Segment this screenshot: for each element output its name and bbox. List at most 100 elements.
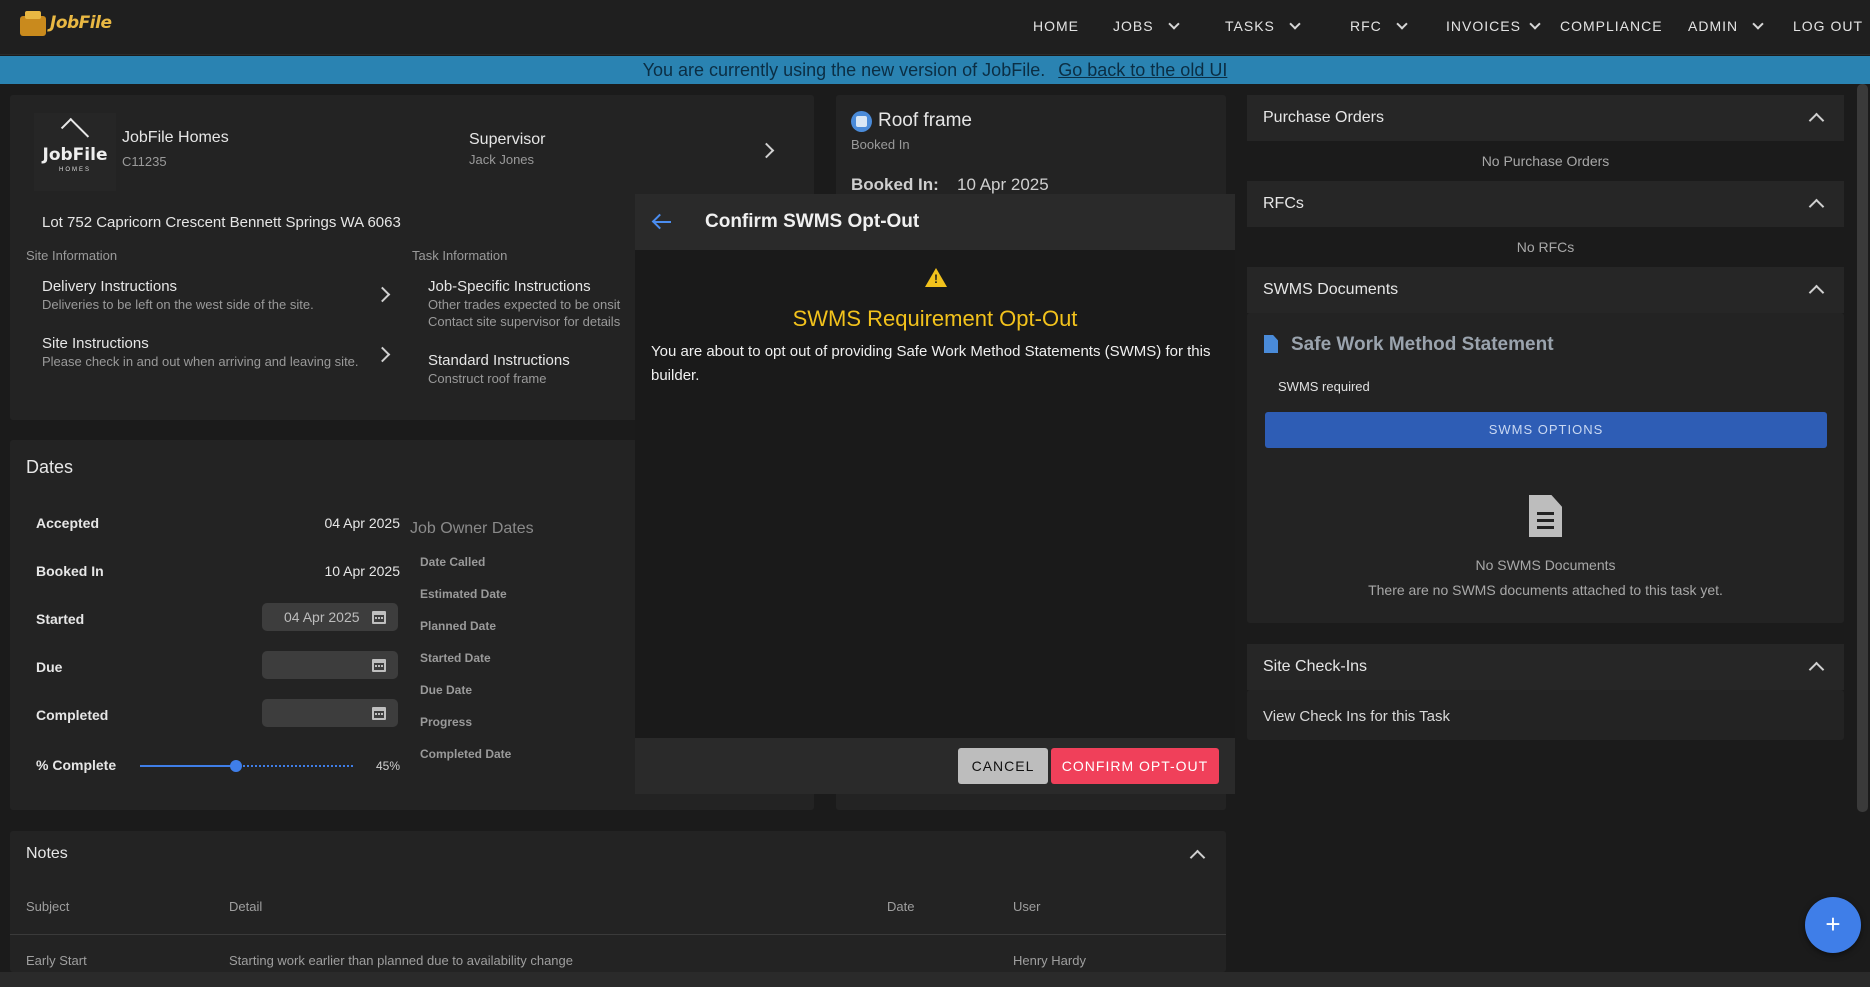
supervisor-name: Jack Jones [469,152,535,167]
top-nav: JobFile HOME JOBS TASKS RFC INVOICES COM… [0,0,1870,55]
notes-col-user: User [1013,899,1041,914]
percent-complete-label: % Complete [36,757,117,773]
task-info-label: Task Information [412,248,508,263]
confirm-optout-button[interactable]: CONFIRM OPT-OUT [1051,748,1219,784]
swms-required: SWMS required [1278,379,1370,394]
add-button[interactable]: + [1805,897,1861,953]
purchase-orders-header[interactable]: Purchase Orders [1247,95,1844,141]
calendar-icon[interactable] [372,611,386,624]
plus-icon: + [1825,909,1841,939]
nav-invoices[interactable]: INVOICES [1446,18,1541,34]
calendar-icon[interactable] [372,659,386,672]
started-label: Started [36,611,85,627]
date-called-label: Date Called [420,555,486,569]
nav-logout-label: LOG OUT [1793,18,1864,34]
swms-options-button[interactable]: SWMS OPTIONS [1265,412,1827,448]
slider-thumb[interactable] [230,760,242,772]
dialog-header: Confirm SWMS Opt-Out [635,194,1235,250]
task-status-icon [851,111,872,132]
swms-title: SWMS Documents [1263,281,1399,298]
nav-home[interactable]: HOME [1033,18,1079,34]
purchase-orders-title: Purchase Orders [1263,109,1384,126]
delivery-instructions-title: Delivery Instructions [42,278,178,295]
notes-title: Notes [26,845,68,862]
dialog-body: You are about to opt out of providing Sa… [651,343,1211,384]
swms-panel [1247,313,1844,623]
job-owner-dates-title: Job Owner Dates [410,520,534,537]
chevron-right-icon[interactable] [758,142,775,159]
delivery-instructions-text: Deliveries to be left on the west side o… [42,297,314,312]
job-specific-text1: Other trades expected to be onsit [428,297,621,312]
started-date-label: Started Date [420,651,491,665]
nav-compliance[interactable]: COMPLIANCE [1560,18,1663,34]
due-date-label: Due Date [420,683,473,697]
notes-col-detail: Detail [229,899,263,914]
chevron-up-icon[interactable] [1808,661,1825,678]
dates-title: Dates [26,457,74,477]
note-subject: Early Start [26,953,87,968]
site-checkins-header[interactable]: Site Check-Ins [1247,644,1844,690]
document-icon [1529,495,1562,537]
chevron-up-icon[interactable] [1808,112,1825,129]
standard-instructions-title: Standard Instructions [428,352,570,369]
calendar-icon[interactable] [372,707,386,720]
app-logo[interactable]: JobFile [18,8,112,38]
percent-complete-value: 45% [375,759,400,773]
nav-rfc[interactable]: RFC [1350,18,1408,34]
nav-logout[interactable]: LOG OUT [1793,18,1863,34]
progress-label: Progress [420,715,473,729]
house-icon [60,117,90,147]
swms-empty-title: No SWMS Documents [1475,557,1616,573]
percent-complete-slider[interactable] [140,760,353,772]
nav-home-label: HOME [1033,18,1079,34]
swms-empty-text: There are no SWMS documents attached to … [1368,582,1723,598]
rfcs-header[interactable]: RFCs [1247,181,1844,227]
version-banner: You are currently using the new version … [0,56,1870,84]
notes-col-date: Date [887,899,915,914]
slider-fill [140,765,236,767]
completed-date-label: Completed Date [420,747,512,761]
nav-admin-label: ADMIN [1688,18,1739,34]
accepted-label: Accepted [36,515,100,531]
swms-doc-title: Safe Work Method Statement [1291,334,1554,355]
due-date-input[interactable] [262,651,398,679]
logo-text: JobFile [50,13,112,33]
booked-in-label: Booked In [36,563,104,579]
nav-jobs-label: JOBS [1113,18,1154,34]
notes-divider [10,934,1226,935]
completed-date-input[interactable] [262,699,398,727]
started-date-input[interactable]: 04 Apr 2025 [262,603,398,631]
nav-tasks[interactable]: TASKS [1225,18,1301,34]
standard-instructions-text: Construct roof frame [428,371,547,386]
notes-col-subject: Subject [26,899,70,914]
bottom-scrollbar[interactable] [0,972,1870,987]
chevron-up-icon[interactable] [1808,284,1825,301]
chevron-right-icon[interactable] [374,346,391,363]
accepted-value: 04 Apr 2025 [324,515,400,531]
task-title: Roof frame [878,110,972,131]
dialog-heading: SWMS Requirement Opt-Out [792,306,1078,331]
chevron-down-icon [1529,18,1541,30]
started-date-value: 04 Apr 2025 [284,609,360,625]
logo-icon [18,8,48,38]
estimated-date-label: Estimated Date [420,587,507,601]
planned-date-label: Planned Date [420,619,497,633]
nav-jobs[interactable]: JOBS [1113,18,1180,34]
job-specific-title: Job-Specific Instructions [428,278,591,295]
chevron-right-icon[interactable] [374,286,391,303]
swms-header[interactable]: SWMS Documents [1247,267,1844,313]
view-checkins-link[interactable]: View Check Ins for this Task [1263,708,1450,725]
booked-in-value: 10 Apr 2025 [324,563,400,579]
scrollbar[interactable] [1857,84,1868,812]
chevron-down-icon [1167,18,1180,30]
completed-label: Completed [36,707,109,723]
arrow-left-icon[interactable] [654,221,671,223]
site-checkins-title: Site Check-Ins [1263,658,1368,675]
chevron-up-icon[interactable] [1808,198,1825,215]
old-ui-link[interactable]: Go back to the old UI [1058,60,1227,80]
nav-admin[interactable]: ADMIN [1688,18,1764,34]
warning-triangle-icon: ! [925,268,947,287]
cancel-button[interactable]: CANCEL [958,748,1048,784]
supervisor-label: Supervisor [469,131,546,148]
nav-compliance-label: COMPLIANCE [1560,18,1663,34]
